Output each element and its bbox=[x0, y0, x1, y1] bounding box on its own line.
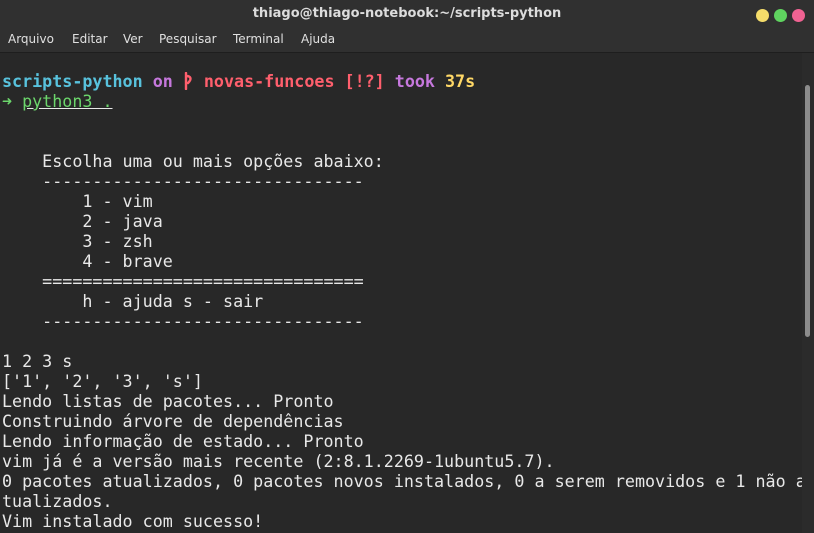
git-branch-icon bbox=[183, 71, 194, 91]
output-line: ['1', '2', '3', 's'] bbox=[2, 371, 203, 391]
scrollbar[interactable] bbox=[802, 53, 814, 533]
menu-title: Escolha uma ou mais opções abaixo: bbox=[2, 151, 384, 171]
output-line: Construindo árvore de dependências bbox=[2, 411, 344, 431]
output-line: Vim instalado com sucesso! bbox=[2, 511, 264, 531]
command-line: ➜ python3 . bbox=[2, 91, 113, 111]
prompt-on: on bbox=[152, 71, 173, 91]
output-line: 1 2 3 s bbox=[2, 351, 73, 371]
menu-arquivo[interactable]: Arquivo bbox=[8, 28, 54, 52]
menu-rule: -------------------------------- bbox=[2, 311, 364, 331]
terminal-window: thiago@thiago-notebook:~/scripts-python … bbox=[0, 0, 814, 533]
prompt-branch: novas-funcoes bbox=[203, 71, 335, 91]
terminal-output[interactable]: scripts-python on novas-funcoes [!?] too… bbox=[0, 53, 806, 533]
output-line: tualizados. bbox=[2, 491, 113, 511]
output-line: Lendo informação de estado... Pronto bbox=[2, 431, 364, 451]
prompt-duration: 37s bbox=[445, 71, 476, 91]
close-icon[interactable] bbox=[792, 9, 805, 22]
maximize-icon[interactable] bbox=[774, 9, 787, 22]
menu-bar: Arquivo Editar Ver Pesquisar Terminal Aj… bbox=[0, 28, 814, 52]
menu-ver[interactable]: Ver bbox=[123, 28, 143, 52]
output-line: vim já é a versão mais recente (2:8.1.22… bbox=[2, 451, 555, 471]
window-title: thiago@thiago-notebook:~/scripts-python bbox=[252, 6, 562, 21]
menu-rule: ================================ bbox=[2, 271, 364, 291]
output-line: 0 pacotes atualizados, 0 pacotes novos i… bbox=[2, 471, 806, 491]
minimize-icon[interactable] bbox=[756, 9, 769, 22]
menu-editar[interactable]: Editar bbox=[72, 28, 108, 52]
menu-ajuda[interactable]: Ajuda bbox=[301, 28, 335, 52]
prompt-line: scripts-python on novas-funcoes [!?] too… bbox=[2, 71, 475, 91]
prompt-arrow-icon: ➜ bbox=[2, 91, 13, 111]
output-line: Lendo listas de pacotes... Pronto bbox=[2, 391, 334, 411]
menu-option: 2 - java bbox=[2, 211, 163, 231]
scrollbar-thumb[interactable] bbox=[805, 85, 810, 337]
menu-rule: -------------------------------- bbox=[2, 171, 364, 191]
menu-pesquisar[interactable]: Pesquisar bbox=[159, 28, 217, 52]
command-text: python3 . bbox=[22, 91, 113, 111]
menu-terminal[interactable]: Terminal bbox=[233, 28, 284, 52]
menu-option: 1 - vim bbox=[2, 191, 153, 211]
menu-option: 4 - brave bbox=[2, 251, 173, 271]
menu-option: 3 - zsh bbox=[2, 231, 153, 251]
prompt-took: took bbox=[394, 71, 435, 91]
prompt-dir: scripts-python bbox=[2, 71, 143, 91]
prompt-status: [!?] bbox=[344, 71, 385, 91]
title-bar[interactable]: thiago@thiago-notebook:~/scripts-python bbox=[0, 0, 814, 28]
menu-help: h - ajuda s - sair bbox=[2, 291, 264, 311]
